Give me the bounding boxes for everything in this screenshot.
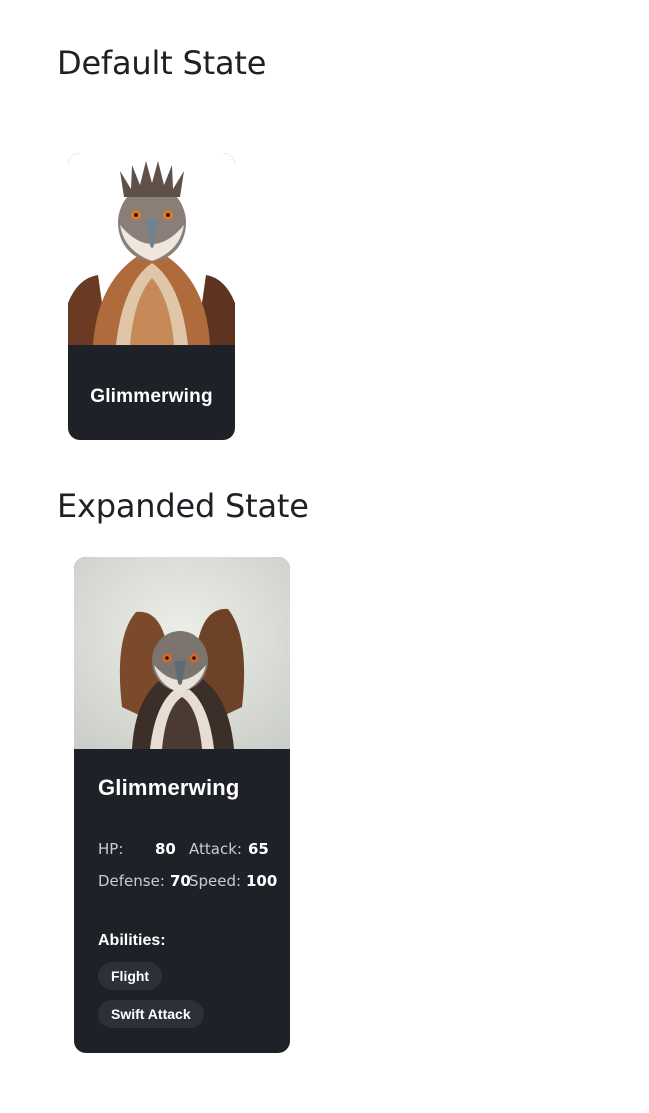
defense-value: 70 — [170, 872, 191, 890]
speed-value: 100 — [246, 872, 278, 890]
creature-card-expanded[interactable]: Glimmerwing HP: 80 Attack: 65 Defense: 7… — [74, 557, 290, 1053]
eagle-portrait-image — [68, 153, 235, 345]
hp-label: HP: — [98, 840, 124, 858]
creature-name: Glimmerwing — [90, 386, 213, 407]
abilities-heading: Abilities: — [98, 932, 166, 949]
eagle-portrait-image — [74, 557, 290, 749]
hp-value: 80 — [155, 840, 176, 858]
defense-label: Defense: — [98, 872, 165, 890]
attack-value: 65 — [248, 840, 269, 858]
creature-name: Glimmerwing — [98, 775, 240, 800]
attack-label: Attack: — [189, 840, 242, 858]
creature-card-default[interactable]: Glimmerwing — [68, 153, 235, 440]
expanded-state-heading: Expanded State — [57, 487, 309, 525]
speed-label: Speed: — [189, 872, 242, 890]
ability-tag[interactable]: Flight — [98, 962, 163, 990]
ability-tag[interactable]: Swift Attack — [98, 1000, 204, 1028]
default-state-heading: Default State — [57, 44, 267, 82]
